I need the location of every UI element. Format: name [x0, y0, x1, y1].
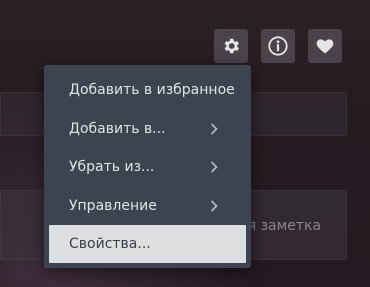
- menu-item-manage[interactable]: Управление: [44, 187, 251, 226]
- info-icon: [267, 35, 289, 57]
- favorite-button[interactable]: [308, 29, 342, 63]
- settings-button[interactable]: [214, 29, 248, 63]
- note-placeholder: ая заметка: [239, 218, 321, 234]
- heart-icon: [315, 36, 335, 56]
- menu-item-add-to-favorites[interactable]: Добавить в избранное: [44, 71, 251, 110]
- menu-item-label: Добавить в избранное: [69, 82, 235, 99]
- chevron-right-icon: [210, 123, 218, 135]
- menu-item-add-to[interactable]: Добавить в...: [44, 110, 251, 149]
- menu-item-label: Добавить в...: [69, 120, 166, 137]
- toolbar: [214, 29, 342, 63]
- menu-item-properties[interactable]: Свойства...: [49, 225, 246, 263]
- menu-item-label: Свойства...: [69, 236, 151, 252]
- chevron-right-icon: [210, 161, 218, 173]
- gear-icon: [221, 36, 241, 56]
- context-menu: Добавить в избранное Добавить в... Убрат…: [44, 65, 251, 268]
- menu-item-remove-from[interactable]: Убрать из...: [44, 148, 251, 187]
- menu-item-label: Управление: [69, 197, 157, 214]
- menu-item-label: Убрать из...: [69, 159, 155, 176]
- chevron-right-icon: [210, 200, 218, 212]
- info-button[interactable]: [261, 29, 295, 63]
